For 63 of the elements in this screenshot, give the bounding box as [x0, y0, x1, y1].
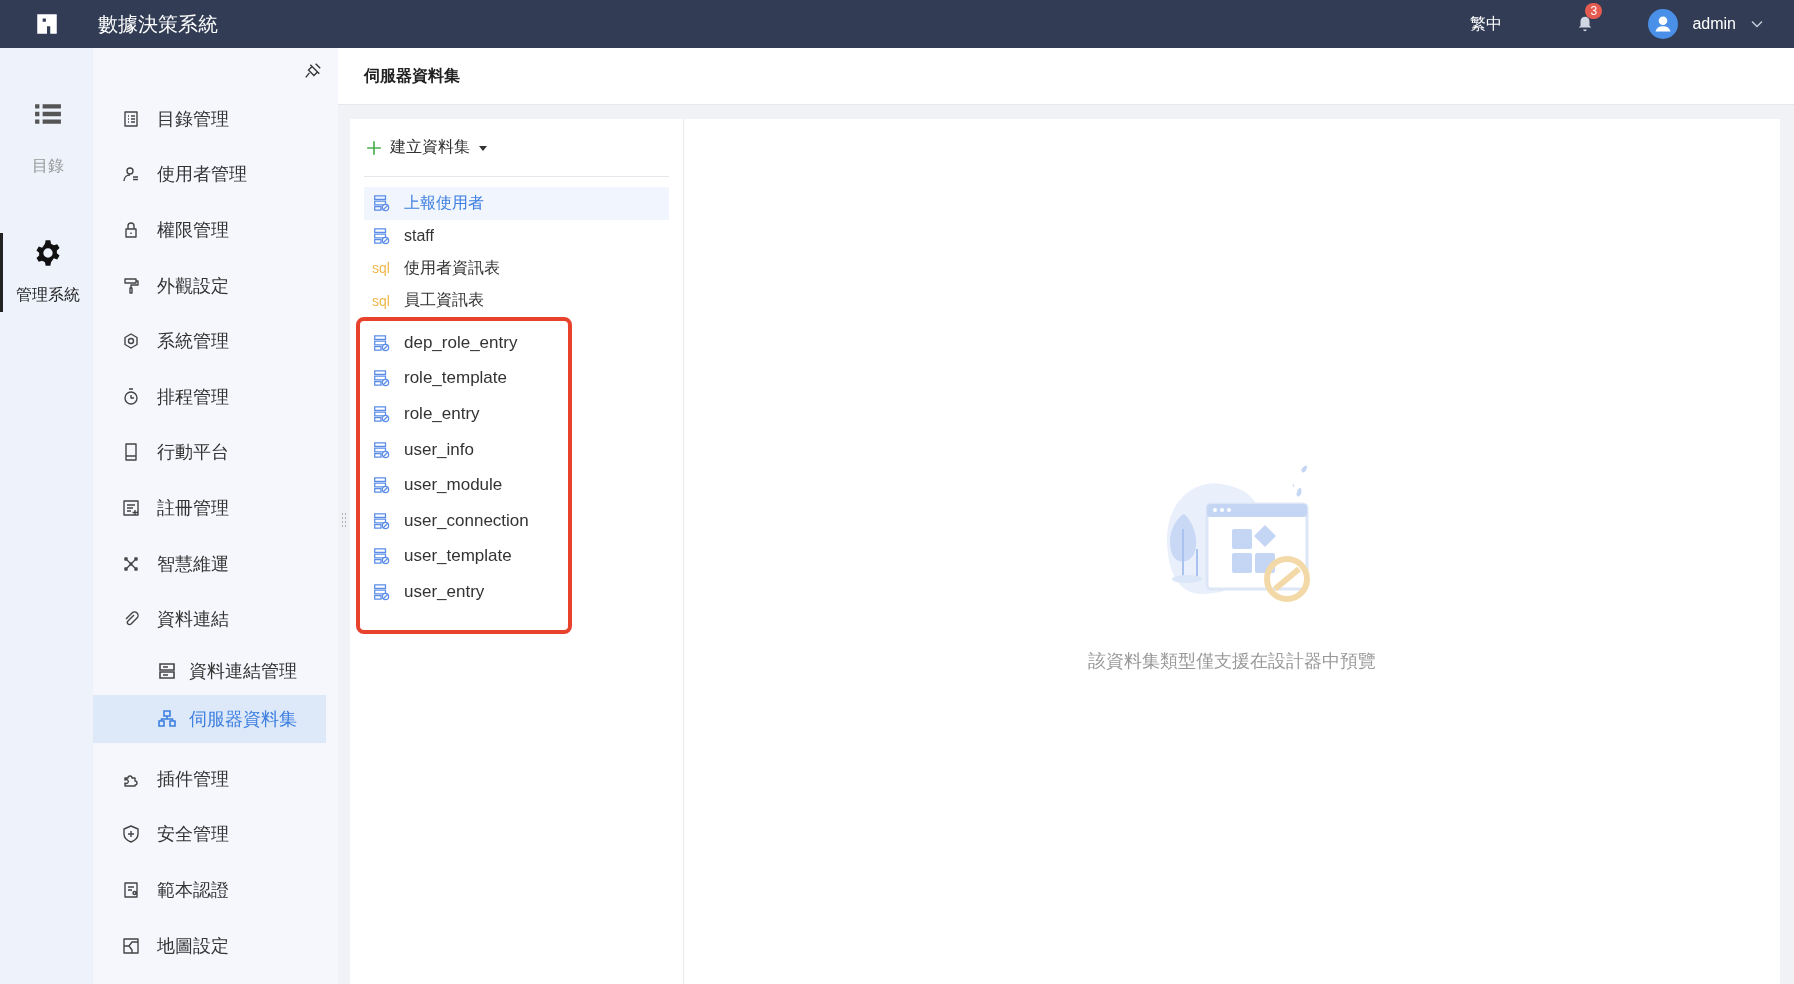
- avatar-icon: [1648, 9, 1679, 39]
- dataset-item[interactable]: user_connection: [364, 502, 568, 539]
- menu-item[interactable]: 目錄管理: [93, 91, 338, 147]
- menu-icon: [121, 108, 141, 129]
- preview-message: 該資料集類型僅支援在設計器中預覽: [1088, 650, 1376, 673]
- dataset-table-icon: [372, 440, 390, 459]
- dataset-item[interactable]: user_entry: [364, 574, 568, 610]
- menu-icon: [121, 935, 141, 956]
- dataset-table-icon: [372, 476, 390, 495]
- dataset-table-icon: [372, 226, 390, 245]
- server-icon: [157, 708, 177, 729]
- plus-icon: [366, 139, 382, 156]
- menu-item[interactable]: 安全管理: [93, 806, 338, 863]
- menu-icon: [121, 331, 141, 352]
- menu-icon: [121, 824, 141, 845]
- dataset-table-icon: [372, 405, 390, 423]
- dataset-item[interactable]: user_template: [364, 538, 568, 575]
- menu-item[interactable]: 註冊管理: [93, 480, 338, 536]
- menu-item[interactable]: 使用者管理: [93, 146, 338, 203]
- app-title: 數據決策系統: [98, 11, 218, 37]
- list-icon: [34, 102, 62, 126]
- dataset-item[interactable]: user_module: [364, 467, 568, 503]
- menu-item[interactable]: 插件管理: [93, 750, 338, 807]
- dataset-table-icon: [372, 369, 390, 388]
- submenu-item[interactable]: 資料連結管理: [93, 646, 326, 695]
- dataset-table-icon: [372, 547, 390, 566]
- dataset-item[interactable]: dep_role_entry: [364, 325, 568, 361]
- user-name[interactable]: admin: [1692, 15, 1736, 33]
- menu-icon: [121, 497, 141, 518]
- pin-icon[interactable]: [304, 62, 322, 80]
- dataset-item[interactable]: staff: [364, 219, 669, 252]
- notification-count: 3: [1585, 3, 1603, 19]
- menu-item[interactable]: 排程管理: [93, 368, 338, 425]
- language-link[interactable]: 繁中: [1470, 13, 1503, 35]
- logo-icon: [34, 11, 60, 37]
- menu-item[interactable]: 權限管理: [93, 202, 338, 258]
- settings-icon: [34, 239, 62, 267]
- menu-item[interactable]: 行動平台: [93, 424, 338, 481]
- menu-item[interactable]: 地圖設定: [93, 917, 338, 974]
- dataset-table-icon: [372, 333, 390, 352]
- dataset-item[interactable]: sql 員工資訊表: [364, 284, 669, 317]
- dataset-table-icon: [372, 194, 390, 213]
- server-icon: [157, 660, 177, 681]
- menu-icon: [121, 879, 141, 900]
- drag-handle-icon[interactable]: [342, 513, 346, 527]
- sql-label: sql: [372, 260, 390, 277]
- dataset-item[interactable]: role_template: [364, 360, 568, 397]
- menu-item[interactable]: 資料連結: [93, 591, 338, 647]
- dataset-item[interactable]: role_entry: [364, 396, 568, 432]
- menu-item[interactable]: 智慧維運: [93, 535, 338, 592]
- page-title: 伺服器資料集: [364, 65, 460, 86]
- dataset-table-icon: [372, 582, 390, 601]
- sql-label: sql: [372, 292, 390, 309]
- menu-icon: [121, 275, 141, 296]
- menu-item[interactable]: 範本認證: [93, 862, 338, 918]
- menu-item[interactable]: 外觀設定: [93, 257, 338, 314]
- dataset-table-icon: [372, 511, 390, 530]
- create-dataset-button[interactable]: 建立資料集: [364, 133, 669, 177]
- menu-item[interactable]: 系統管理: [93, 313, 338, 369]
- dataset-item[interactable]: sql 使用者資訊表: [364, 252, 669, 285]
- dataset-item[interactable]: 上報使用者: [364, 187, 669, 220]
- dataset-item[interactable]: user_info: [364, 431, 568, 468]
- menu-icon: [121, 386, 141, 407]
